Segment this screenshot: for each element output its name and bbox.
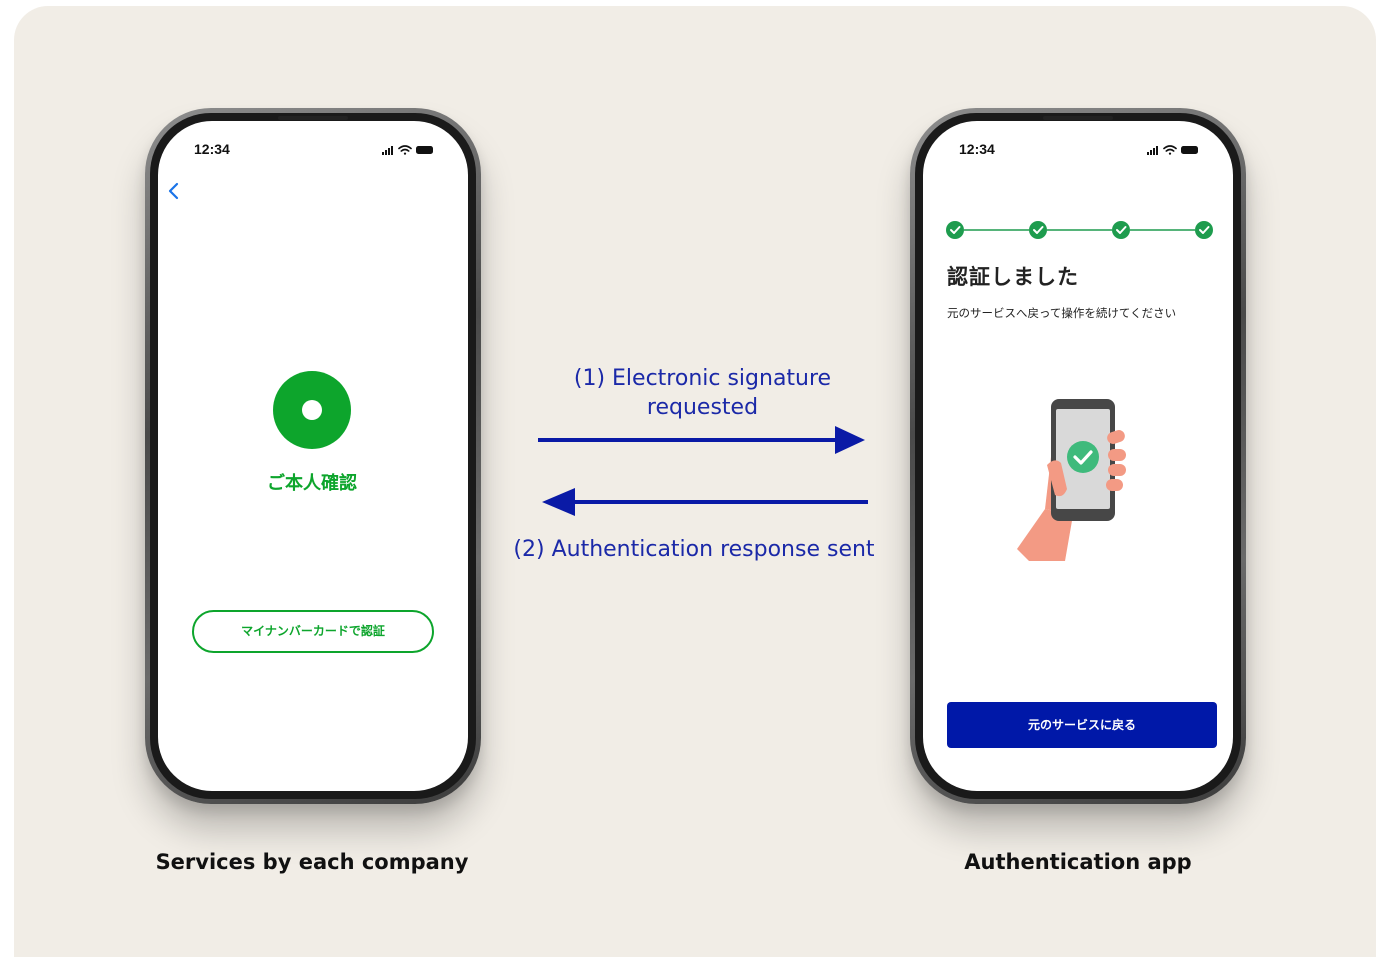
identity-badge-icon [273, 371, 351, 449]
identity-title: ご本人確認 [267, 473, 357, 494]
step-check-icon [946, 221, 964, 239]
step-check-icon [1112, 221, 1130, 239]
auth-success-title: 認証しました [947, 265, 1079, 289]
service-phone: 12:34 ご本人確認 マイナンバーカードで認証 [145, 108, 481, 804]
auth-success-subtitle: 元のサービスへ戻って操作を続けてください [947, 306, 1177, 320]
phone-speaker [278, 116, 348, 120]
battery-icon [1181, 146, 1198, 154]
status-icons [382, 145, 433, 155]
phone-speaker [1043, 116, 1113, 120]
auth-phone: 12:34 認証しました 元のサービスへ戻って操作を続けてください 元のサービス… [910, 108, 1246, 804]
status-time: 12:34 [959, 141, 995, 157]
service-caption: Services by each company [155, 850, 469, 874]
wifi-icon [1163, 145, 1177, 155]
phone-bezel: 12:34 ご本人確認 マイナンバーカードで認証 [150, 113, 476, 799]
wifi-icon [398, 145, 412, 155]
signal-icon [1147, 146, 1158, 155]
hand-phone-check-icon [1017, 399, 1126, 561]
mynumber-auth-button[interactable]: マイナンバーカードで認証 [192, 610, 434, 653]
return-to-service-button[interactable]: 元のサービスに戻る [947, 702, 1217, 748]
request-label-line2: requested [646, 395, 759, 420]
progress-stepper [946, 221, 1213, 239]
response-arrow-icon [542, 488, 868, 516]
auth-screen: 12:34 認証しました 元のサービスへ戻って操作を続けてください 元のサービス… [923, 121, 1233, 791]
auth-app-caption: Authentication app [964, 850, 1192, 874]
battery-icon [416, 146, 433, 154]
badge-dot [302, 400, 322, 420]
service-screen: 12:34 ご本人確認 マイナンバーカードで認証 [158, 121, 468, 791]
status-time: 12:34 [194, 141, 230, 157]
status-icons [1147, 145, 1198, 155]
step-check-icon [1029, 221, 1047, 239]
request-label-line1: (1) Electronic signature [573, 366, 832, 391]
request-arrow-icon [538, 426, 865, 454]
flow-arrows [538, 426, 868, 516]
request-label: (1) Electronic signature requested [540, 364, 865, 422]
signal-icon [382, 146, 393, 155]
step-check-icon [1195, 221, 1213, 239]
phone-bezel: 12:34 認証しました 元のサービスへ戻って操作を続けてください 元のサービス… [915, 113, 1241, 799]
back-chevron-icon[interactable] [164, 179, 184, 203]
response-label: (2) Authentication response sent [513, 537, 875, 562]
